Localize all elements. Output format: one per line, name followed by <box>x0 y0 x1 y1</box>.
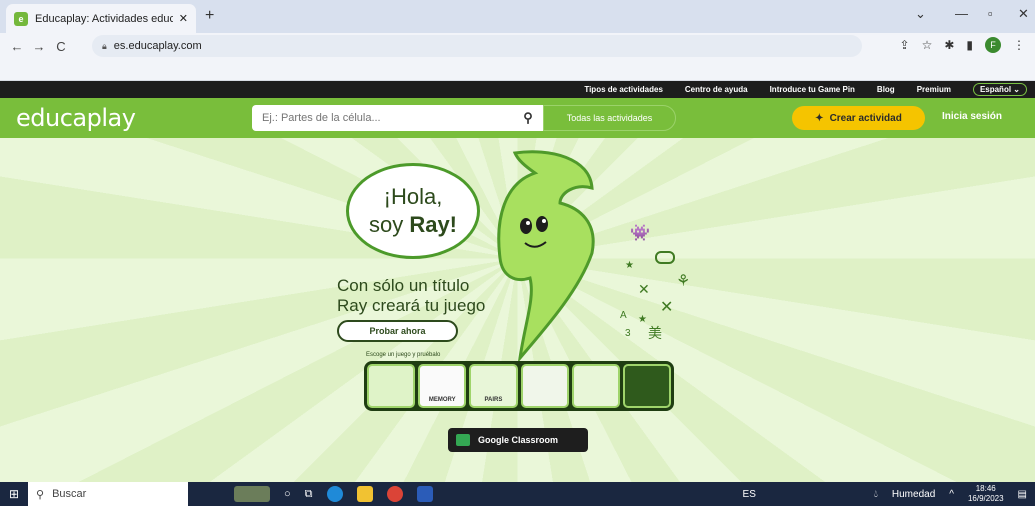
create-activity-button[interactable]: ✦ Crear actividad <box>792 106 925 130</box>
close-tab-icon[interactable]: ✕ <box>179 12 188 25</box>
clock[interactable]: 18:46 16/9/2023 <box>968 484 1004 504</box>
file-explorer-icon[interactable] <box>356 486 373 502</box>
share-icon[interactable]: ⇪ <box>900 38 910 52</box>
tab-strip: e Educaplay: Actividades educativa ✕ + ⌄… <box>0 0 1035 33</box>
weather-icon: 💧︎ <box>873 488 878 500</box>
browser-toolbar: ← → C 🔒︎ es.educaplay.com ⇪ ☆ ✱ ▮ F ⋮ <box>0 33 1035 59</box>
search-icon: ⚲ <box>36 488 45 501</box>
all-activities-dropdown[interactable]: Todas las actividades <box>543 105 676 131</box>
edge-icon[interactable] <box>326 486 343 502</box>
address-bar[interactable]: 🔒︎ es.educaplay.com <box>92 35 862 57</box>
chrome-icon[interactable] <box>386 486 403 502</box>
pick-game-label: Escoge un juego y pruébalo <box>366 352 441 358</box>
link-activity-types[interactable]: Tipos de actividades <box>584 85 663 94</box>
hero-pitch: Con sólo un título Ray creará tu juego <box>337 276 486 315</box>
close-window-icon[interactable]: ✕ <box>1018 6 1029 22</box>
speech-bubble: ¡Hola, soy Ray! <box>346 163 480 259</box>
game-sparkles-icon: 👾 ★ ⚘ ✕ ✕ A 3 美 ★ <box>620 224 690 341</box>
landscape-thumbnail[interactable] <box>234 486 270 502</box>
game-wordsearch[interactable] <box>520 364 569 408</box>
site-header: educaplay ⚲ Todas las actividades ✦ Crea… <box>0 98 1035 138</box>
task-view-icon[interactable]: ⧉ <box>305 488 313 501</box>
back-icon[interactable]: ← <box>6 39 28 54</box>
weather-text[interactable]: Humedad <box>892 489 935 500</box>
svg-text:✕: ✕ <box>638 281 650 297</box>
reload-icon[interactable]: C <box>50 39 72 54</box>
windows-taskbar: ⊞ ⚲ Buscar ○ ⧉ ES 💧︎ Humedad ^ 18:46 16/… <box>0 482 1035 506</box>
bookmark-bar <box>0 59 1035 81</box>
profile-avatar[interactable]: F <box>985 37 1001 53</box>
svg-text:👾: 👾 <box>630 224 650 242</box>
maximize-icon[interactable]: ▫ <box>988 6 993 21</box>
windows-start-icon[interactable]: ⊞ <box>0 487 28 501</box>
educaplay-favicon-icon: e <box>14 11 28 26</box>
link-help-center[interactable]: Centro de ayuda <box>685 85 748 94</box>
educaplay-logo[interactable]: educaplay <box>16 104 136 132</box>
site-topbar: Tipos de actividades Centro de ayuda Int… <box>0 81 1035 98</box>
menu-icon[interactable]: ⋮ <box>1013 38 1025 52</box>
language-selector[interactable]: Español ⌄ <box>972 83 1027 96</box>
link-blog[interactable]: Blog <box>877 85 895 94</box>
google-classroom-button[interactable]: Google Classroom <box>448 428 588 452</box>
cortana-icon[interactable]: ○ <box>284 488 291 500</box>
classroom-icon <box>456 434 470 446</box>
search-icon[interactable]: ⚲ <box>513 105 543 131</box>
lock-icon: 🔒︎ <box>102 40 107 51</box>
game-dark[interactable] <box>622 364 672 408</box>
notifications-icon[interactable]: ▤ <box>1018 489 1027 500</box>
game-frog[interactable] <box>367 364 416 408</box>
game-pairs[interactable]: PAIRS <box>469 364 518 408</box>
link-premium[interactable]: Premium <box>917 85 951 94</box>
hero-section: ¡Hola, soy Ray! 👾 ★ ⚘ ✕ ✕ A 3 美 ★ Con só… <box>0 138 1035 482</box>
ray-mascot-icon <box>497 150 595 363</box>
login-link[interactable]: Inicia sesión <box>942 111 1002 122</box>
tab-title: Educaplay: Actividades educativa <box>35 12 173 25</box>
tab-search-icon[interactable]: ⌄ <box>915 6 926 22</box>
game-picker: MEMORY PAIRS <box>364 361 674 411</box>
language-indicator[interactable]: ES <box>743 489 756 500</box>
extensions-icon[interactable]: ✱ <box>944 38 954 52</box>
svg-text:✕: ✕ <box>660 299 673 316</box>
svg-text:3: 3 <box>625 328 631 339</box>
browser-tab[interactable]: e Educaplay: Actividades educativa ✕ <box>6 4 196 33</box>
taskbar-search[interactable]: ⚲ Buscar <box>28 482 188 506</box>
tray-chevron-icon[interactable]: ^ <box>949 489 954 500</box>
svg-text:⚘: ⚘ <box>676 273 690 290</box>
link-game-pin[interactable]: Introduce tu Game Pin <box>770 85 855 94</box>
svg-text:A: A <box>620 310 627 321</box>
word-icon[interactable] <box>416 486 433 502</box>
try-now-button[interactable]: Probar ahora <box>337 320 458 342</box>
new-tab-icon[interactable]: + <box>205 7 214 25</box>
forward-icon[interactable]: → <box>28 39 50 54</box>
game-memory[interactable]: MEMORY <box>418 364 467 408</box>
bookmark-star-icon[interactable]: ☆ <box>922 38 933 52</box>
game-matching[interactable] <box>571 364 620 408</box>
svg-text:美: 美 <box>648 325 662 341</box>
url-text: es.educaplay.com <box>113 40 202 52</box>
minimize-icon[interactable]: — <box>955 6 968 21</box>
puzzle-icon: ✦ <box>815 112 824 124</box>
side-panel-icon[interactable]: ▮ <box>966 38 973 52</box>
search-input[interactable] <box>262 112 512 124</box>
svg-text:★: ★ <box>638 314 647 325</box>
svg-text:★: ★ <box>625 260 634 271</box>
search-box <box>252 105 542 131</box>
